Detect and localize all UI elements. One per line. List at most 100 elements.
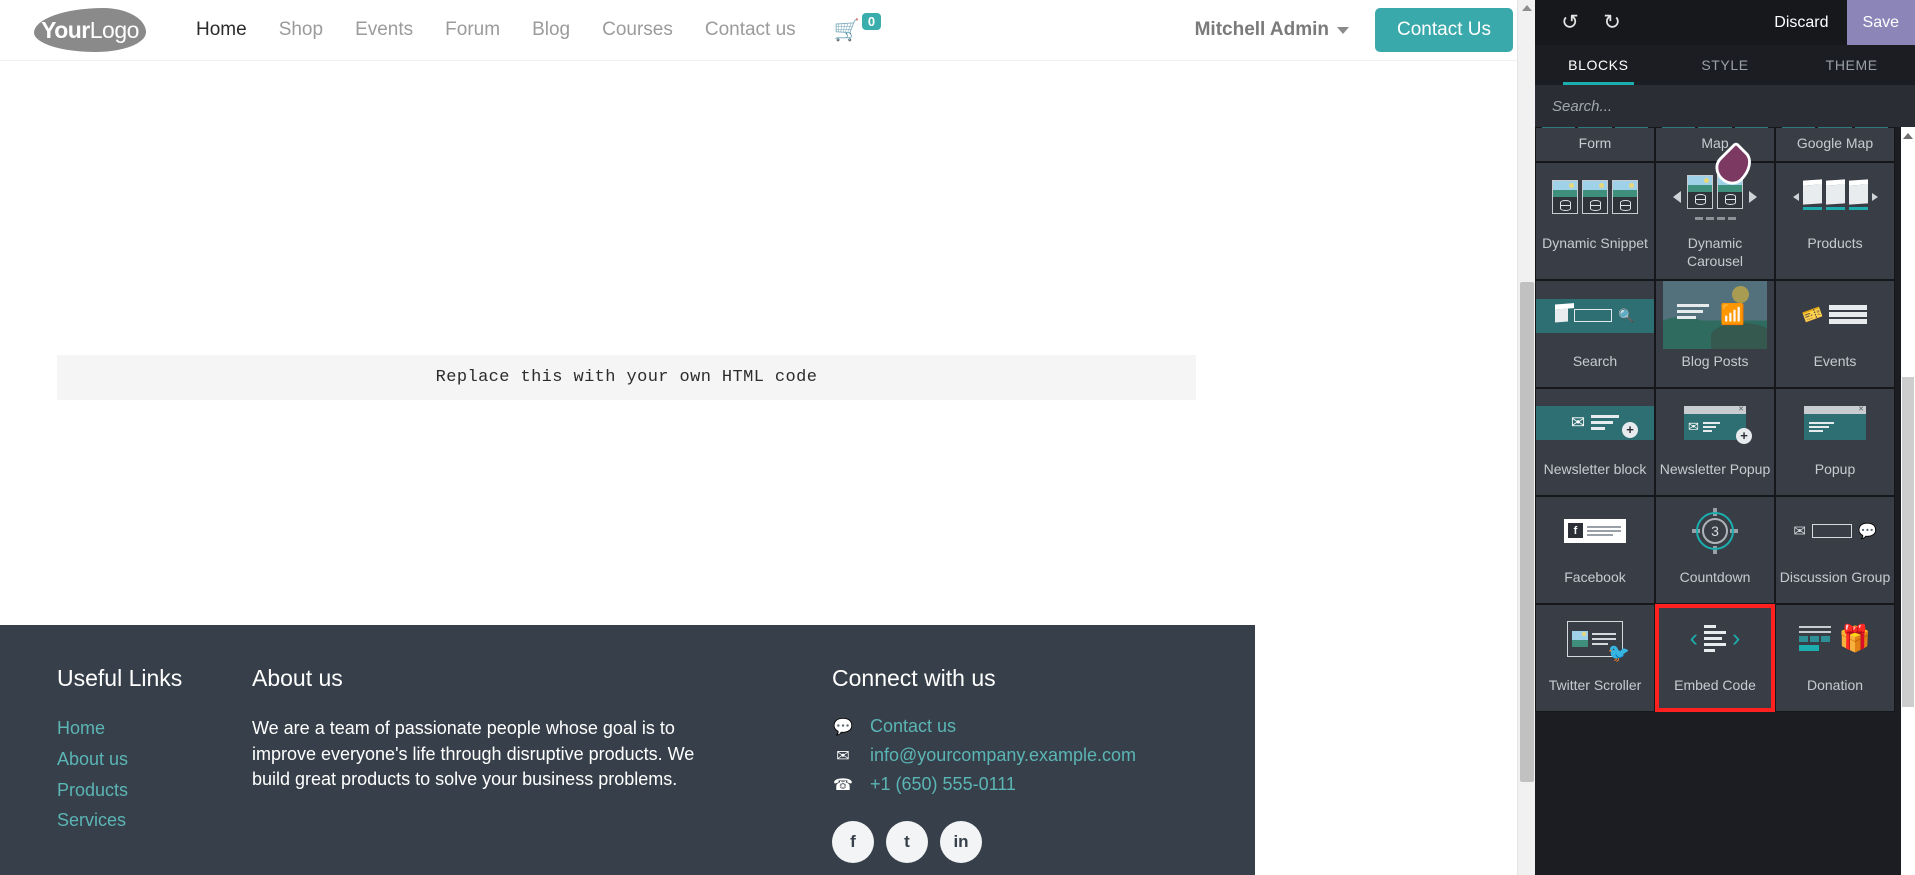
countdown-number: 3 xyxy=(1702,517,1728,544)
page-scrollbar[interactable] xyxy=(1517,0,1535,875)
editor-topbar: ↺ ↻ Discard Save xyxy=(1535,0,1915,45)
block-blog-posts[interactable]: 📶 Blog Posts xyxy=(1655,279,1775,388)
block-form[interactable]: Form xyxy=(1535,127,1655,162)
block-search[interactable]: 🔍 Search xyxy=(1535,279,1655,388)
block-facebook[interactable]: f Facebook xyxy=(1535,495,1655,604)
block-newsletter-block[interactable]: ✉ + Newsletter block xyxy=(1535,387,1655,496)
redo-icon[interactable]: ↻ xyxy=(1591,0,1633,45)
block-label: Blog Posts xyxy=(1681,352,1749,369)
block-events[interactable]: 🎫 Events xyxy=(1775,279,1895,388)
nav-item-forum[interactable]: Forum xyxy=(429,19,516,41)
tab-style[interactable]: STYLE xyxy=(1662,45,1789,85)
events-icon: 🎫 xyxy=(1776,281,1894,349)
block-label: Countdown xyxy=(1679,568,1751,585)
footer-useful-links-title: Useful Links xyxy=(57,665,183,691)
block-embed-code[interactable]: ‹ › Embed Code xyxy=(1655,603,1775,712)
window-title-bar: ✕ xyxy=(1804,405,1866,414)
blocks-list: Form Map Google Map Dynamic Snippet Dyna… xyxy=(1535,127,1915,875)
tab-blocks[interactable]: BLOCKS xyxy=(1535,45,1662,85)
linkedin-icon[interactable]: in xyxy=(940,821,982,863)
footer-link-home[interactable]: Home xyxy=(57,716,252,741)
block-label: Newsletter block xyxy=(1543,460,1647,477)
blocks-panel-scrollbar[interactable] xyxy=(1901,127,1915,875)
block-discussion-group[interactable]: ✉ 💬 Discussion Group xyxy=(1775,495,1895,604)
footer-contact-link[interactable]: Contact us xyxy=(870,716,956,737)
nav-item-blog[interactable]: Blog xyxy=(516,19,586,41)
site-logo[interactable]: Your Logo xyxy=(0,8,180,52)
footer-connect-title: Connect with us xyxy=(832,665,996,691)
footer-email-link[interactable]: info@yourcompany.example.com xyxy=(870,745,1136,766)
footer-about-text: We are a team of passionate people whose… xyxy=(252,718,695,790)
popup-icon: ✕ xyxy=(1776,389,1894,457)
nav-item-events[interactable]: Events xyxy=(339,19,429,41)
cart-count-badge: 0 xyxy=(861,12,882,30)
footer-connect-column: Connect with us 💬 Contact us ✉ info@your… xyxy=(832,665,1252,863)
nav-item-home[interactable]: Home xyxy=(180,19,263,41)
newsletter-block-icon: ✉ + xyxy=(1536,389,1654,457)
undo-icon[interactable]: ↺ xyxy=(1549,0,1591,45)
blocks-search-field[interactable] xyxy=(1535,85,1915,127)
block-products[interactable]: Products xyxy=(1775,162,1895,280)
block-donation[interactable]: 🎁 Donation xyxy=(1775,603,1895,712)
block-dynamic-carousel[interactable]: Dynamic Carousel xyxy=(1655,162,1775,280)
cart-icon: 🛒 xyxy=(833,18,860,42)
user-menu[interactable]: Mitchell Admin xyxy=(1194,19,1350,41)
dynamic-carousel-icon xyxy=(1656,163,1774,231)
footer-link-products[interactable]: Products xyxy=(57,778,252,803)
google-map-thumbnail-strip xyxy=(1776,127,1894,128)
embed-code-icon: ‹ › xyxy=(1689,624,1741,653)
block-label: Form xyxy=(1578,135,1612,151)
site-header: Your Logo Home Shop Events Forum Blog Cou… xyxy=(0,0,1535,61)
block-newsletter-popup[interactable]: ✕ ✉ + Newsletter Popup xyxy=(1655,387,1775,496)
footer-about-title: About us xyxy=(252,665,343,691)
block-popup[interactable]: ✕ Popup xyxy=(1775,387,1895,496)
facebook-icon[interactable]: f xyxy=(832,821,874,863)
discussion-group-icon: ✉ 💬 xyxy=(1793,522,1877,540)
block-dynamic-snippet[interactable]: Dynamic Snippet xyxy=(1535,162,1655,280)
block-map[interactable]: Map xyxy=(1655,127,1775,162)
website-page: Your Logo Home Shop Events Forum Blog Cou… xyxy=(0,0,1535,875)
block-label: Embed Code xyxy=(1674,676,1756,693)
footer-phone-link[interactable]: +1 (650) 555-0111 xyxy=(870,774,1016,795)
html-code-placeholder[interactable]: Replace this with your own HTML code xyxy=(57,355,1196,400)
website-editor-panel: ↺ ↻ Discard Save BLOCKS STYLE THEME Form xyxy=(1535,0,1915,875)
page-body: Replace this with your own HTML code xyxy=(0,61,1535,625)
search-input[interactable] xyxy=(1552,97,1915,115)
footer-link-services[interactable]: Services xyxy=(57,808,252,833)
tab-theme[interactable]: THEME xyxy=(1788,45,1915,85)
block-label: Newsletter Popup xyxy=(1659,460,1771,477)
footer-useful-links-column: Useful Links Home About us Products Serv… xyxy=(57,665,252,863)
scroll-up-arrow-icon[interactable] xyxy=(1903,133,1913,139)
twitter-icon[interactable]: t xyxy=(886,821,928,863)
discard-button[interactable]: Discard xyxy=(1756,0,1846,45)
logo-text-bold: Your xyxy=(41,16,90,43)
comment-icon: 💬 xyxy=(833,718,853,736)
cart-button[interactable]: 🛒 0 xyxy=(833,12,882,42)
nav-item-courses[interactable]: Courses xyxy=(586,19,689,41)
block-label: Facebook xyxy=(1564,568,1626,585)
website-preview-canvas: Your Logo Home Shop Events Forum Blog Cou… xyxy=(0,0,1535,875)
envelope-icon: ✉ xyxy=(836,747,850,765)
save-button[interactable]: Save xyxy=(1846,0,1915,45)
block-google-map[interactable]: Google Map xyxy=(1775,127,1895,162)
map-thumbnail-strip xyxy=(1656,127,1774,128)
block-label: Dynamic Snippet xyxy=(1542,235,1648,251)
block-label: Search xyxy=(1572,352,1618,369)
nav-item-shop[interactable]: Shop xyxy=(263,19,339,41)
block-twitter-scroller[interactable]: 🐦 Twitter Scroller xyxy=(1535,603,1655,712)
twitter-icon: 🐦 xyxy=(1536,605,1654,673)
block-label: Twitter Scroller xyxy=(1548,676,1642,693)
block-countdown[interactable]: 3 Countdown xyxy=(1655,495,1775,604)
contact-us-button[interactable]: Contact Us xyxy=(1375,8,1513,52)
main-navigation: Home Shop Events Forum Blog Courses Cont… xyxy=(180,19,812,41)
blocks-panel-scrollbar-thumb[interactable] xyxy=(1902,377,1914,707)
dynamic-snippet-icon xyxy=(1536,163,1654,231)
user-menu-label: Mitchell Admin xyxy=(1194,19,1330,40)
block-label: Donation xyxy=(1806,676,1864,693)
nav-item-contact-us[interactable]: Contact us xyxy=(689,19,812,41)
page-scrollbar-thumb[interactable] xyxy=(1520,282,1534,782)
blocks-grid: Dynamic Snippet Dynamic Carousel Product… xyxy=(1535,162,1895,712)
footer-link-about-us[interactable]: About us xyxy=(57,747,252,772)
scroll-up-arrow-icon[interactable] xyxy=(1522,5,1532,11)
blog-posts-icon: 📶 xyxy=(1656,280,1774,349)
